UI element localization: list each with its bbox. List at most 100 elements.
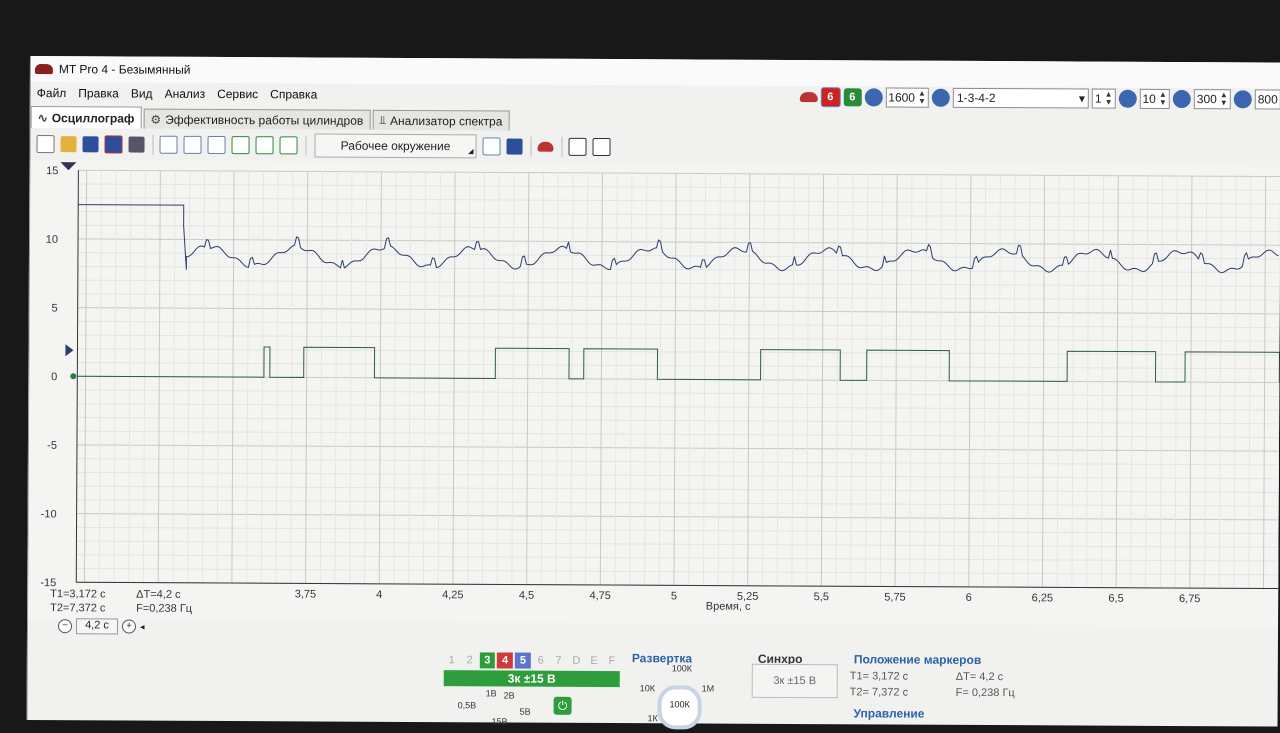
grid-icon[interactable] [592, 137, 611, 157]
cylinder-spinner[interactable]: 1 ▲ ▼ [1091, 88, 1116, 109]
environment-label: Рабочее окружение [340, 138, 451, 154]
waveform-check-icon[interactable] [231, 136, 250, 155]
open-folder-icon[interactable] [60, 136, 77, 153]
cylinder-value: 1 [1094, 91, 1102, 106]
undo-icon[interactable] [482, 137, 501, 156]
save-icon[interactable] [82, 136, 99, 153]
readout-dt: ΔT=4,2 с [136, 588, 181, 601]
channel-6[interactable]: 6 [533, 653, 549, 669]
save-all-icon[interactable] [128, 136, 145, 153]
waveform-icon: ∿ [37, 110, 48, 125]
tab-label: Эффективность работы цилиндров [165, 112, 364, 128]
volt-label-5: 5В [519, 706, 531, 717]
waveform-tool-icon[interactable] [159, 135, 178, 154]
save-as-icon[interactable] [104, 135, 123, 154]
waveform-tool-icon[interactable] [207, 135, 226, 155]
save-view-icon[interactable] [506, 138, 523, 155]
value-800: 800 [1257, 92, 1278, 107]
spinner-arrows-icon[interactable]: ▲ ▼ [918, 89, 926, 106]
x-axis-label: Время, с [706, 601, 751, 613]
zoom-out-icon[interactable]: − [57, 619, 73, 634]
firing-order-select[interactable]: 1-3-4-2 ▾ [952, 87, 1089, 109]
x-tick-label: 6,5 [1108, 593, 1123, 605]
ruler-icon[interactable] [568, 137, 587, 156]
x-tick-label: 6,75 [1179, 593, 1200, 605]
menu-file[interactable]: Файл [37, 86, 67, 100]
menu-edit[interactable]: Правка [78, 86, 119, 100]
channel-1[interactable]: 1 [444, 652, 460, 668]
x-tick-label: 4,25 [442, 589, 463, 601]
x-tick-label: 4,75 [590, 590, 611, 602]
menu-service[interactable]: Сервис [217, 87, 258, 101]
zoom-controls: − 4,2 с + ◂ [57, 618, 145, 635]
car-icon[interactable] [799, 92, 818, 103]
firing-order-icon [931, 88, 950, 107]
channel-3[interactable]: 3 [479, 652, 496, 669]
bottom-panel: 1 2 3 4 5 6 7 D E F 3к ±15 В 0,5В 1В 2В … [28, 636, 1278, 730]
marker-t2: T2= 7,372 с [849, 686, 909, 699]
timing-spinner[interactable]: 10 ▲ ▼ [1139, 88, 1170, 109]
power-button[interactable]: ⏻ [553, 696, 572, 715]
menu-analysis[interactable]: Анализ [165, 87, 206, 101]
six-cylinder-red-icon[interactable]: 6 [820, 87, 841, 108]
channel-e[interactable]: E [586, 653, 602, 669]
sweep-knob[interactable]: 100К [657, 685, 702, 730]
zoom-in-icon[interactable]: + [121, 619, 137, 634]
timing-icon [1118, 89, 1137, 108]
x-tick-label: 4 [376, 589, 382, 601]
rpm-spinner[interactable]: 1600 ▲ ▼ [885, 87, 929, 108]
sync-source[interactable]: 3к ±15 В [751, 663, 838, 699]
x-tick-label: 5 [671, 590, 677, 602]
volt-label-2: 2В [503, 690, 515, 701]
engine-settings-toolbar: 6 6 1600 ▲ ▼ 1-3-4-2 ▾ 1 ▲ ▼ 10 ▲ ▼ 300 ▲ ▼ 800 [799, 86, 1280, 111]
chevron-down-icon[interactable]: ▾ [1079, 91, 1085, 105]
oscilloscope-svg[interactable]: 151050-5-10-15 3,75 4 4,25 4,5 4,75 5 5,25 5,5 5… [28, 160, 1280, 627]
oscilloscope-plot[interactable]: 15 10 5 0 -5 -10 -15 3,75 4 4,25 4,5 4,75 5 5,25 5,5 5… [28, 160, 1280, 627]
spinner-arrows-icon[interactable]: ▲ ▼ [1220, 90, 1228, 107]
x-tick-label: 6 [966, 592, 972, 604]
marker-dt: ΔT= 4,2 с [955, 670, 1004, 684]
channel-5[interactable]: 5 [514, 652, 531, 669]
waveform-info-icon[interactable] [255, 136, 274, 155]
six-cylinder-green-icon[interactable]: 6 [843, 88, 862, 107]
car-tool-icon[interactable] [537, 141, 554, 152]
channel-7[interactable]: 7 [551, 653, 567, 669]
x-tick-label: 5,5 [814, 591, 829, 603]
timing-value: 10 [1142, 91, 1156, 106]
toolbar-separator [530, 136, 532, 157]
tab-spectrum-analyzer[interactable]: ⫫ Анализатор спектра [372, 109, 510, 131]
menu-help[interactable]: Справка [270, 87, 317, 101]
menu-view[interactable]: Вид [131, 87, 153, 101]
toolbar-separator [305, 135, 307, 156]
spinner-arrows-icon[interactable]: ▲ ▼ [1105, 90, 1113, 107]
spinner-arrows-icon[interactable]: ▲ ▼ [1159, 90, 1167, 107]
app-window: MT Pro 4 - Безымянный Файл Правка Вид Ан… [26, 56, 1280, 730]
car-logo-icon [34, 64, 53, 75]
value-300-spinner[interactable]: 300 ▲ ▼ [1193, 89, 1231, 110]
value-800-spinner[interactable]: 800 [1254, 89, 1280, 110]
channel-4[interactable]: 4 [497, 652, 514, 669]
channel-range-bar[interactable]: 3к ±15 В [443, 670, 620, 688]
marker-f: F= 0,238 Гц [955, 686, 1015, 700]
channel-2[interactable]: 2 [462, 652, 478, 668]
tab-oscilloscope[interactable]: ∿ Осциллограф [30, 106, 142, 129]
environment-dropdown[interactable]: Рабочее окружение ◢ [314, 133, 477, 159]
markers-title: Положение маркеров [853, 652, 982, 667]
toolbar-separator [152, 134, 154, 155]
waveform-tool-icon[interactable] [183, 135, 202, 154]
channel-f[interactable]: F [604, 653, 620, 669]
zero-level-marker-icon[interactable] [70, 373, 77, 380]
channel-d[interactable]: D [568, 653, 584, 669]
toolbar-separator [561, 136, 563, 157]
zoom-value[interactable]: 4,2 с [75, 618, 119, 635]
new-file-icon[interactable] [36, 135, 55, 154]
tab-cylinder-efficiency[interactable]: ⚙ Эффективность работы цилиндров [143, 108, 371, 130]
engine-icon: ⚙ [150, 112, 162, 127]
x-tick-label: 5,75 [884, 591, 905, 603]
x-tick-label: 6,25 [1032, 592, 1053, 604]
scroll-left-icon[interactable]: ◂ [140, 621, 145, 632]
control-title: Управление [853, 706, 925, 721]
channel-selector: 1 2 3 4 5 6 7 D E F 3к ±15 В [443, 652, 620, 688]
waveform-settings-icon[interactable] [279, 136, 298, 155]
main-toolbar: Рабочее окружение ◢ [30, 130, 1280, 165]
